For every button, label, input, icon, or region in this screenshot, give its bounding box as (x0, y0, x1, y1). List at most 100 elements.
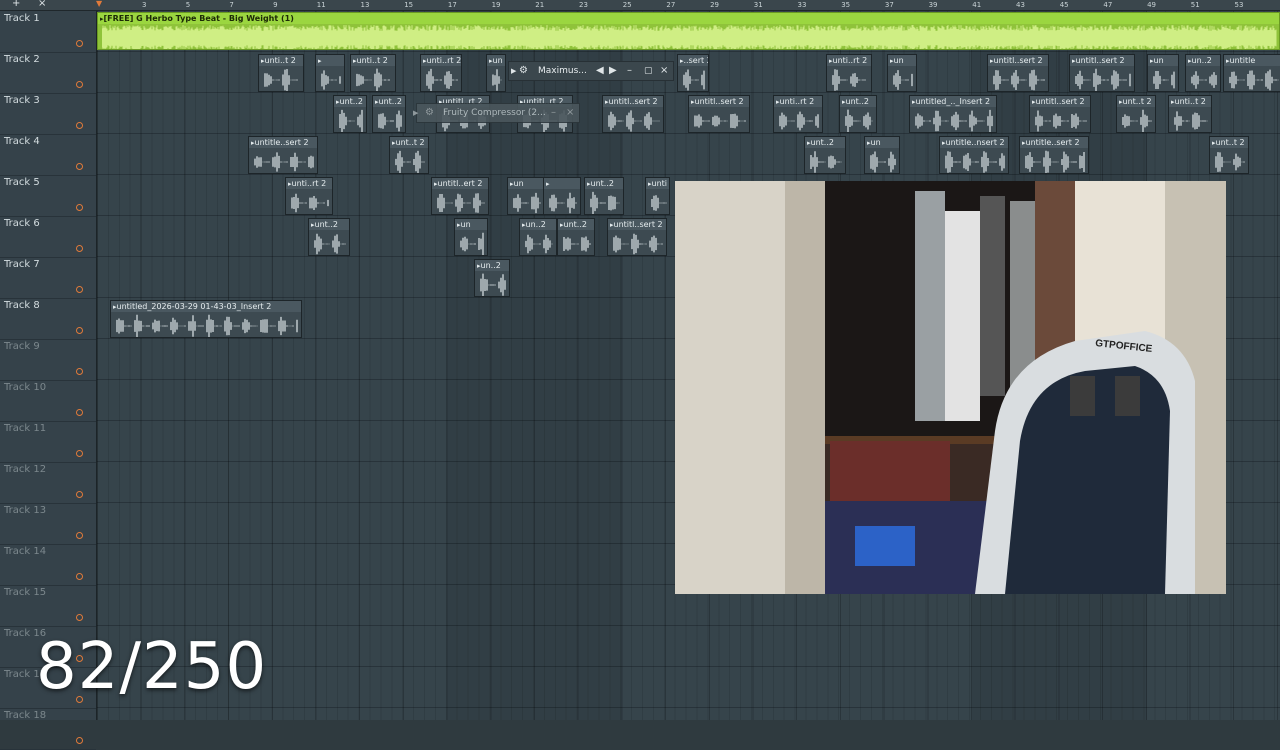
audio-clip[interactable]: un (1147, 54, 1179, 92)
audio-clip[interactable]: untitl..sert 2 (1029, 95, 1091, 133)
minimize-icon[interactable]: – (627, 62, 632, 80)
track-record-dot-icon[interactable] (76, 40, 83, 47)
close-window-icon[interactable]: × (660, 62, 668, 80)
track-record-dot-icon[interactable] (76, 163, 83, 170)
track-header[interactable]: Track 5 (0, 175, 96, 217)
clip-label: untitle..sert 2 (249, 137, 317, 148)
track-header[interactable]: Track 6 (0, 216, 96, 258)
audio-clip[interactable]: un (486, 54, 506, 92)
next-preset-icon[interactable]: ▶ (609, 62, 617, 80)
close-icon[interactable]: × (38, 0, 46, 9)
audio-clip[interactable]: unt..2 (372, 95, 406, 133)
ruler-tick: 3 (142, 1, 147, 9)
track-record-dot-icon[interactable] (76, 409, 83, 416)
track-record-dot-icon[interactable] (76, 737, 83, 744)
track-record-dot-icon[interactable] (76, 204, 83, 211)
audio-clip[interactable]: unt..2 (584, 177, 624, 215)
waveform (314, 233, 346, 255)
audio-clip[interactable]: un (454, 218, 488, 256)
track-record-dot-icon[interactable] (76, 81, 83, 88)
playhead-marker-icon[interactable]: ▼ (96, 0, 102, 9)
waveform (651, 195, 667, 211)
audio-clip[interactable]: unti..t 2 (350, 54, 396, 92)
audio-clip[interactable]: untitl..sert 2 (987, 54, 1049, 92)
maximus-floating-window[interactable]: ▶ ⚙ Maximus... ◀ ▶ – ▢ × (508, 61, 674, 81)
track-header[interactable]: Track 9 (0, 339, 96, 381)
clip-label: untitle (1224, 55, 1280, 66)
audio-clip[interactable]: unti (645, 177, 670, 215)
audio-clip[interactable]: un (887, 54, 917, 92)
audio-clip[interactable]: unti..t 2 (258, 54, 304, 92)
audio-clip[interactable]: untitl..sert 2 (607, 218, 667, 256)
audio-clip[interactable]: unt..2 (804, 136, 846, 174)
track-record-dot-icon[interactable] (76, 614, 83, 621)
fruity-compressor-floating-window[interactable]: ▶ ⚙ Fruity Compressor (2... – × (413, 103, 580, 123)
audio-clip[interactable]: untitled_2026-03-29 01-43-03_Insert 2 (110, 300, 302, 338)
track-header[interactable]: Track 1 (0, 11, 96, 53)
audio-clip[interactable]: untitled_.._Insert 2 (909, 95, 997, 133)
audio-clip[interactable]: untitle..sert 2 (1019, 136, 1089, 174)
audio-clip[interactable]: untitl..sert 2 (602, 95, 664, 133)
track-record-dot-icon[interactable] (76, 491, 83, 498)
audio-clip[interactable]: un..2 (474, 259, 510, 297)
close-window-icon[interactable]: × (566, 104, 574, 122)
audio-clip[interactable]: un..2 (519, 218, 557, 256)
clip-label (544, 178, 580, 189)
ruler-tick: 25 (622, 1, 632, 9)
audio-clip[interactable]: ..sert 2 (677, 54, 709, 92)
track-record-dot-icon[interactable] (76, 450, 83, 457)
minimize-icon[interactable]: – (551, 104, 556, 122)
track-header[interactable]: Track 11 (0, 421, 96, 463)
track-record-dot-icon[interactable] (76, 286, 83, 293)
track-header[interactable]: Track 8 (0, 298, 96, 340)
audio-clip[interactable]: unti..t 2 (1168, 95, 1212, 133)
audio-clip[interactable]: un..2 (1185, 54, 1221, 92)
audio-clip[interactable]: un (864, 136, 900, 174)
audio-clip[interactable]: unt..2 (839, 95, 877, 133)
timeline-ruler[interactable]: + × ▼ 3 5 7 9 11 13 15 17 19 21 23 25 27 29 31 33 35 37 39… (0, 0, 1280, 11)
main-beat-clip[interactable]: [FREE] G Herbo Type Beat - Big Weight (1… (97, 12, 1280, 50)
audio-clip[interactable]: unt..2 (333, 95, 367, 133)
track-header[interactable]: Track 4 (0, 134, 96, 176)
track-header[interactable]: Track 7 (0, 257, 96, 299)
audio-clip[interactable]: untitl..sert 2 (688, 95, 750, 133)
audio-clip[interactable]: unt..t 2 (389, 136, 429, 174)
audio-clip[interactable]: unt..t 2 (1209, 136, 1249, 174)
audio-clip[interactable]: untitle..sert 2 (248, 136, 318, 174)
track-header[interactable]: Track 13 (0, 503, 96, 545)
audio-clip[interactable]: unt..t 2 (1116, 95, 1156, 133)
audio-clip[interactable]: unt..2 (557, 218, 595, 256)
audio-clip[interactable]: untitl..ert 2 (431, 177, 489, 215)
track-record-dot-icon[interactable] (76, 245, 83, 252)
audio-clip[interactable]: unt..2 (308, 218, 350, 256)
audio-clip[interactable] (315, 54, 345, 92)
prev-preset-icon[interactable]: ◀ (596, 62, 604, 80)
audio-clip[interactable]: unti..rt 2 (773, 95, 823, 133)
track-header[interactable]: Track 3 (0, 93, 96, 135)
track-record-dot-icon[interactable] (76, 122, 83, 129)
audio-clip[interactable] (543, 177, 581, 215)
track-header[interactable]: Track 15 (0, 585, 96, 627)
audio-clip[interactable]: untitle..nsert 2 (939, 136, 1009, 174)
track-header[interactable]: Track 18 (0, 708, 96, 750)
track-record-dot-icon[interactable] (76, 368, 83, 375)
clip-label: untitl..sert 2 (603, 96, 663, 107)
maximize-icon[interactable]: ▢ (644, 62, 653, 80)
audio-clip[interactable]: un (507, 177, 545, 215)
track-record-dot-icon[interactable] (76, 532, 83, 539)
track-header[interactable]: Track 2 (0, 52, 96, 94)
audio-clip[interactable]: untitl..sert 2 (1069, 54, 1135, 92)
track-header[interactable]: Track 14 (0, 544, 96, 586)
clip-label: unti..rt 2 (827, 55, 871, 66)
audio-clip[interactable]: unti..rt 2 (420, 54, 462, 92)
track-header[interactable]: Track 12 (0, 462, 96, 504)
track-record-dot-icon[interactable] (76, 327, 83, 334)
track-record-dot-icon[interactable] (76, 573, 83, 580)
audio-clip[interactable]: unti..rt 2 (285, 177, 333, 215)
gear-icon[interactable]: ⚙ (519, 62, 528, 80)
audio-clip[interactable]: untitle (1223, 54, 1280, 92)
audio-clip[interactable]: unti..rt 2 (826, 54, 872, 92)
add-icon[interactable]: + (12, 0, 20, 9)
gear-icon[interactable]: ⚙ (425, 104, 434, 122)
track-header[interactable]: Track 10 (0, 380, 96, 422)
